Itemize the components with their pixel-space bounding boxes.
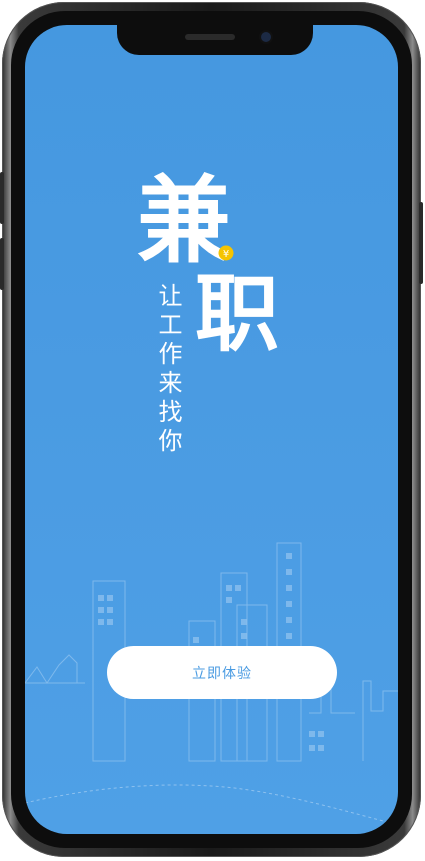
logo-char-zhi: 职 — [195, 265, 279, 363]
power-button — [419, 202, 423, 284]
logo-char-jian: 兼 — [137, 167, 231, 276]
phone-bezel: 兼 职 ¥ 让工作来找你 立即体验 — [11, 11, 412, 848]
volume-down-button — [0, 238, 4, 290]
splash-screen: 兼 职 ¥ 让工作来找你 立即体验 — [25, 25, 398, 834]
front-camera-icon — [261, 32, 271, 42]
phone-notch — [117, 25, 313, 55]
phone-frame: 兼 职 ¥ 让工作来找你 立即体验 — [0, 2, 423, 857]
speaker-grille — [185, 34, 235, 40]
yen-coin-icon: ¥ — [218, 245, 234, 261]
start-experience-button[interactable]: 立即体验 — [107, 646, 337, 699]
svg-text:¥: ¥ — [223, 249, 229, 260]
volume-up-button — [0, 172, 4, 224]
slogan-text: 让工作来找你 — [154, 283, 182, 457]
